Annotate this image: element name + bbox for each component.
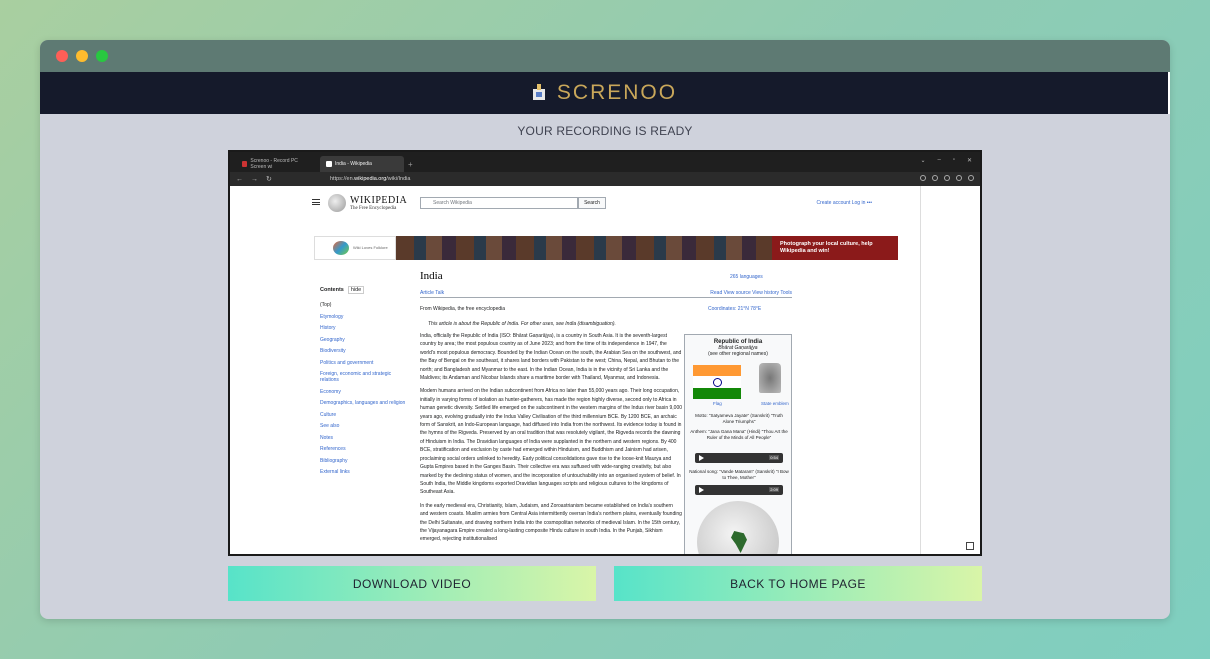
toc-item[interactable]: References <box>320 446 410 452</box>
wiki-logo-title: WIKIPEDIA <box>350 195 408 206</box>
toc-heading: Contents hide <box>320 286 410 294</box>
brand-name: SCRENOO <box>556 81 678 104</box>
emblem-label[interactable]: State emblem <box>761 401 789 406</box>
menu-icon[interactable] <box>968 175 974 181</box>
browser-tab-bar: Screnoo - Record PC Screen wi India - Wi… <box>230 152 980 172</box>
toc-item[interactable]: Politics and government <box>320 360 410 366</box>
india-map-shape <box>731 531 747 553</box>
toc-hide-button[interactable]: hide <box>347 286 365 294</box>
india-flag-image[interactable] <box>693 365 741 399</box>
toc-item[interactable]: Economy <box>320 389 410 395</box>
toc-item[interactable]: See also <box>320 423 410 429</box>
article-paragraph: India, officially the Republic of India … <box>420 333 682 382</box>
toc-item[interactable]: Demographics, languages and religion <box>320 400 410 406</box>
toc-item[interactable]: Foreign, economic and strategic relation… <box>320 371 410 383</box>
song-audio-player[interactable]: 2:09 <box>695 485 783 495</box>
banner-text: Photograph your local culture, help Wiki… <box>780 241 873 254</box>
app-header: SCRENOO <box>40 72 1170 114</box>
video-preview[interactable]: Screnoo - Record PC Screen wi India - Wi… <box>228 150 982 556</box>
flag-label[interactable]: Flag <box>713 401 722 406</box>
coordinates-link[interactable]: Coordinates: 21°N 78°E <box>708 306 761 312</box>
anthem-audio-player[interactable]: 0:54 <box>695 453 783 463</box>
orthographic-map-image[interactable] <box>697 501 779 554</box>
browser-nav-bar: ← → ↻ https://en.wikipedia.org/wiki/Indi… <box>230 172 980 186</box>
window-titlebar <box>40 40 1170 72</box>
hamburger-menu-icon[interactable] <box>312 199 320 205</box>
forward-arrow-icon[interactable]: → <box>251 176 258 183</box>
play-icon[interactable] <box>699 455 704 461</box>
infobox-other-names[interactable]: (see other regional names) <box>685 351 791 357</box>
extensions-icon[interactable] <box>956 175 962 181</box>
banner-photo-strip <box>396 236 772 260</box>
back-to-home-button[interactable]: BACK TO HOME PAGE <box>614 566 982 601</box>
wiki-search-button[interactable]: Search <box>578 197 606 209</box>
article-paragraph: In the early medieval era, Christianity,… <box>420 502 682 543</box>
toc-item[interactable]: History <box>320 325 410 331</box>
account-icon[interactable] <box>944 175 950 181</box>
close-icon[interactable]: ✕ <box>967 157 972 164</box>
minimize-icon[interactable]: – <box>937 157 940 164</box>
from-wikipedia-note: From Wikipedia, the free encyclopedia <box>420 306 506 312</box>
toc-item[interactable]: Etymology <box>320 314 410 320</box>
restore-icon[interactable]: ▫ <box>953 157 955 164</box>
new-tab-button[interactable]: + <box>408 160 413 169</box>
wiki-header: WIKIPEDIA The Free Encyclopedia Search W… <box>312 194 872 214</box>
maximize-window-button[interactable] <box>96 50 108 62</box>
infobox-national-song: National song: "Vande Mataram" (Sanskrit… <box>689 469 789 480</box>
reload-icon[interactable]: ↻ <box>266 175 272 183</box>
toc-item[interactable]: External links <box>320 469 410 475</box>
play-icon[interactable] <box>699 487 704 493</box>
country-infobox: Republic of India Bhārat Gaṇarājya (see … <box>684 334 792 554</box>
languages-button[interactable]: 265 languages <box>730 274 763 280</box>
wiki-search-input[interactable]: Search Wikipedia <box>420 197 578 209</box>
back-arrow-icon[interactable]: ← <box>236 176 243 183</box>
browser-side-panel <box>920 186 980 554</box>
screnoo-logo-icon <box>532 84 545 100</box>
toc-item[interactable]: (Top) <box>320 302 410 308</box>
toc-item[interactable]: Biodiversity <box>320 348 410 354</box>
article-paragraph: Modern humans arrived on the Indian subc… <box>420 388 683 496</box>
address-bar[interactable]: https://en.wikipedia.org/wiki/India <box>320 174 840 184</box>
article-talk-tabs[interactable]: Article Talk <box>420 290 444 296</box>
browser-tab-active[interactable]: India - Wikipedia <box>320 156 404 172</box>
hatnote: This article is about the Republic of In… <box>428 321 616 327</box>
wiki-loves-folklore-logo <box>333 241 349 255</box>
wiki-logo-subtitle: The Free Encyclopedia <box>350 206 397 211</box>
minimize-window-button[interactable] <box>76 50 88 62</box>
banner-logo-panel: Wiki Loves Folklore <box>314 236 396 260</box>
table-of-contents: Contents hide (Top) Etymology History Geo… <box>320 286 410 481</box>
close-window-button[interactable] <box>56 50 68 62</box>
browser-tab[interactable]: Screnoo - Record PC Screen wi <box>236 156 320 172</box>
toc-item[interactable]: Bibliography <box>320 458 410 464</box>
toc-item[interactable]: Notes <box>320 435 410 441</box>
action-buttons: DOWNLOAD VIDEO BACK TO HOME PAGE <box>228 566 982 601</box>
download-video-button[interactable]: DOWNLOAD VIDEO <box>228 566 596 601</box>
browser-window-controls: ⌄ – ▫ ✕ <box>920 157 972 164</box>
download-icon[interactable] <box>932 175 938 181</box>
toc-item[interactable]: Geography <box>320 337 410 343</box>
chevron-down-icon[interactable]: ⌄ <box>920 157 925 164</box>
fullscreen-icon[interactable] <box>966 542 974 550</box>
wikipedia-page: WIKIPEDIA The Free Encyclopedia Search W… <box>230 186 920 554</box>
infobox-motto: Motto: "Satyameva Jayate" (Sanskrit) "Tr… <box>695 413 783 424</box>
toc-item[interactable]: Culture <box>320 412 410 418</box>
article-title: India <box>420 270 443 282</box>
wiki-loves-folklore-banner[interactable]: Wiki Loves Folklore Photograph your loca… <box>314 236 898 260</box>
wikipedia-favicon-icon <box>326 161 332 167</box>
infobox-anthem: Anthem: "Jana Gana Mana" (Hindi) "Thou A… <box>690 429 788 440</box>
article-body: India, officially the Republic of India … <box>420 332 682 549</box>
wikipedia-globe-logo[interactable] <box>328 194 346 212</box>
browser-toolbar-icons <box>920 175 974 181</box>
view-tabs[interactable]: Read View source View history Tools <box>710 290 792 296</box>
screnoo-favicon-icon <box>242 161 248 167</box>
article-tabs: Article Talk Read View source View histo… <box>420 290 792 298</box>
state-emblem-image[interactable] <box>759 363 781 393</box>
recording-ready-heading: YOUR RECORDING IS READY <box>517 124 693 138</box>
account-links[interactable]: Create account Log in ••• <box>816 200 872 206</box>
shield-icon[interactable] <box>920 175 926 181</box>
